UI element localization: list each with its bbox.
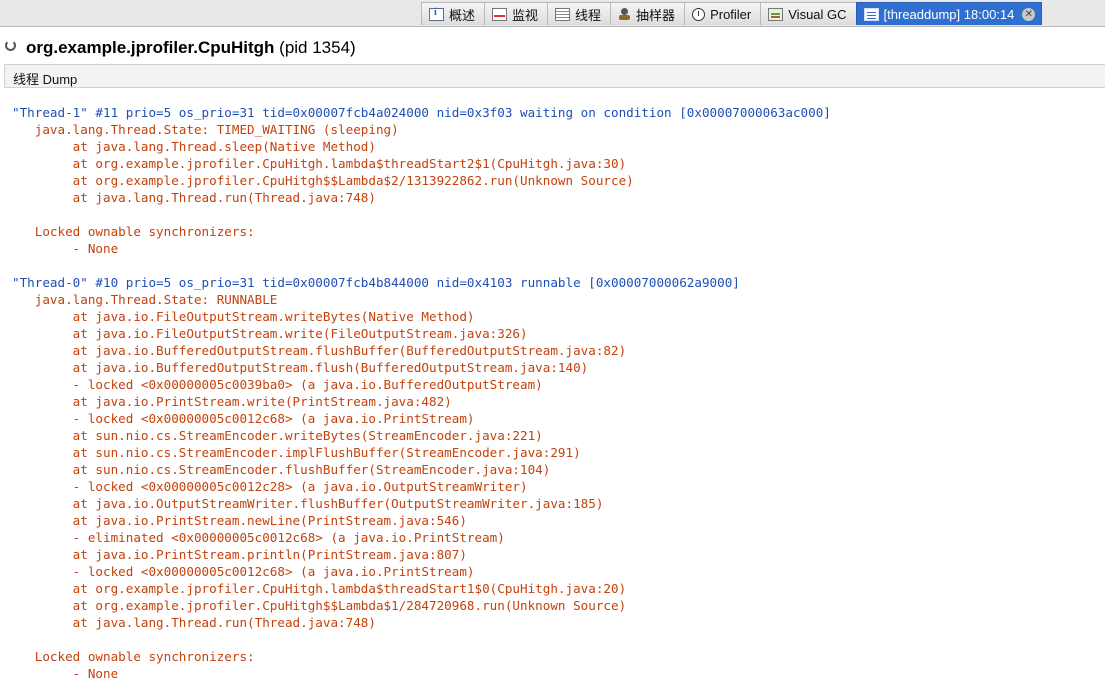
stack-line: at java.lang.Thread.run(Thread.java:748)	[12, 190, 376, 205]
section-header: 线程 Dump	[4, 64, 1105, 88]
overview-icon	[429, 7, 444, 21]
monitor-icon	[492, 7, 508, 21]
pid-label: (pid 1354)	[279, 38, 356, 57]
stack-line: - locked <0x00000005c0012c68> (a java.io…	[12, 564, 475, 579]
tabs: 概述 监视 线程 抽样器 Profiler Visual GC [threadd…	[421, 2, 1043, 25]
tab-thread-dump[interactable]: [threaddump] 18:00:14 ✕	[855, 2, 1043, 25]
stack-line: at java.io.BufferedOutputStream.flushBuf…	[12, 343, 627, 358]
stack-line: at java.io.FileOutputStream.writeBytes(N…	[12, 309, 475, 324]
stack-line: at java.io.BufferedOutputStream.flush(Bu…	[12, 360, 589, 375]
stack-line	[12, 631, 1102, 648]
stack-line: at java.io.OutputStreamWriter.flushBuffe…	[12, 496, 604, 511]
stack-line: Locked ownable synchronizers:	[12, 649, 255, 664]
stack-line: - locked <0x00000005c0012c28> (a java.io…	[12, 479, 528, 494]
threads-icon	[555, 7, 571, 21]
stack-line	[12, 206, 1102, 223]
stack-line: at java.lang.Thread.run(Thread.java:748)	[12, 615, 376, 630]
stack-line: at org.example.jprofiler.CpuHitgh$$Lambd…	[12, 173, 634, 188]
stack-line: at java.io.PrintStream.println(PrintStre…	[12, 547, 467, 562]
stack-line: at sun.nio.cs.StreamEncoder.flushBuffer(…	[12, 462, 551, 477]
tab-label: [threaddump] 18:00:14	[883, 6, 1015, 22]
tab-label: 概述	[449, 7, 476, 23]
stack-line: at sun.nio.cs.StreamEncoder.writeBytes(S…	[12, 428, 543, 443]
stack-line: at java.lang.Thread.sleep(Native Method)	[12, 139, 376, 154]
stack-line: java.lang.Thread.State: RUNNABLE	[12, 292, 278, 307]
tab-visual-gc[interactable]: Visual GC	[760, 2, 856, 25]
stack-line: - eliminated <0x00000005c0012c68> (a jav…	[12, 530, 505, 545]
loading-spinner-icon	[5, 40, 16, 51]
stack-line: - None	[12, 241, 119, 256]
thread-dump-text: "Thread-1" #11 prio=5 os_prio=31 tid=0x0…	[12, 104, 1102, 682]
tab-label: 抽样器	[636, 7, 676, 23]
tab-profiler[interactable]: Profiler	[684, 2, 761, 25]
tab-label: 监视	[512, 7, 539, 23]
thread-dump-icon	[863, 7, 879, 21]
tab-monitor[interactable]: 监视	[484, 2, 548, 25]
section-title: 线程 Dump	[13, 72, 78, 87]
stack-line: at org.example.jprofiler.CpuHitgh.lambda…	[12, 156, 627, 171]
stack-line: java.lang.Thread.State: TIMED_WAITING (s…	[12, 122, 399, 137]
stack-line: - None	[12, 666, 119, 681]
thread-header-line: "Thread-1" #11 prio=5 os_prio=31 tid=0x0…	[12, 105, 831, 120]
tab-label: Visual GC	[788, 6, 847, 22]
tab-threads[interactable]: 线程	[547, 2, 611, 25]
tab-sampler[interactable]: 抽样器	[610, 2, 685, 25]
stack-line: Locked ownable synchronizers:	[12, 224, 255, 239]
stack-line: - locked <0x00000005c0012c68> (a java.io…	[12, 411, 475, 426]
stack-line: at org.example.jprofiler.CpuHitgh$$Lambd…	[12, 598, 627, 613]
thread-header-line: "Thread-0" #10 prio=5 os_prio=31 tid=0x0…	[12, 275, 740, 290]
stack-line: at java.io.PrintStream.newLine(PrintStre…	[12, 513, 467, 528]
stack-line: at sun.nio.cs.StreamEncoder.implFlushBuf…	[12, 445, 581, 460]
stack-line: at java.io.FileOutputStream.write(FileOu…	[12, 326, 528, 341]
sampler-icon	[618, 7, 631, 21]
tab-label: 线程	[575, 7, 602, 23]
stack-line: - locked <0x00000005c0039ba0> (a java.io…	[12, 377, 543, 392]
profiler-icon	[692, 7, 706, 21]
tab-label: Profiler	[710, 6, 752, 22]
app-name: org.example.jprofiler.CpuHitgh	[26, 38, 275, 57]
page-header: org.example.jprofiler.CpuHitgh (pid 1354…	[0, 27, 1105, 65]
tab-overview[interactable]: 概述	[421, 2, 485, 25]
tab-bar: 概述 监视 线程 抽样器 Profiler Visual GC [threadd…	[0, 0, 1105, 27]
page-title: org.example.jprofiler.CpuHitgh (pid 1354…	[26, 38, 356, 58]
stack-line: at org.example.jprofiler.CpuHitgh.lambda…	[12, 581, 627, 596]
stack-line	[12, 257, 1102, 274]
stack-line: at java.io.PrintStream.write(PrintStream…	[12, 394, 452, 409]
visual-gc-icon	[768, 7, 784, 21]
close-tab-icon[interactable]: ✕	[1022, 7, 1036, 21]
